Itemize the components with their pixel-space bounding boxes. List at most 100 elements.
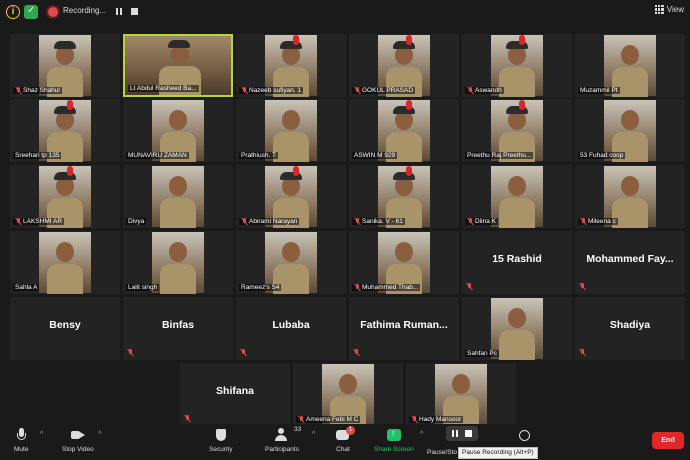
- participant-name: Lt Abdul Rasheed Ba...: [128, 85, 199, 92]
- participant-name-label: Sreehari tp 135: [15, 152, 60, 159]
- participant-name-large: Lubaba: [272, 319, 310, 331]
- chevron-up-icon[interactable]: ^: [40, 431, 43, 438]
- participant-name-label: Muhammed Thab...: [362, 284, 419, 291]
- info-icon[interactable]: i: [6, 5, 20, 19]
- participant-name-large: Bensy: [49, 319, 81, 331]
- participant-name: MUNAVIRU ZAMAN: [126, 152, 189, 159]
- participant-tile[interactable]: MUNAVIRU ZAMAN: [123, 99, 233, 162]
- participant-tile[interactable]: 15 Rashid: [462, 231, 572, 294]
- meeting-toolbar: Mute ^ Stop Video ^ Security 33 Particip…: [0, 424, 690, 460]
- participant-tile[interactable]: Dilna K: [462, 165, 572, 228]
- mute-button[interactable]: Mute ^: [14, 428, 43, 453]
- chat-label: Chat: [336, 446, 350, 453]
- encryption-shield-icon[interactable]: [24, 5, 38, 19]
- muted-mic-icon: [240, 349, 246, 356]
- participants-button[interactable]: 33 Participants ^: [265, 426, 315, 453]
- participant-name-large: 15 Rashid: [492, 253, 542, 265]
- participant-tile[interactable]: Fathima Ruman...: [349, 297, 459, 360]
- participant-video: [39, 232, 91, 294]
- participant-tile[interactable]: Muzammil Pt: [575, 34, 685, 97]
- end-meeting-button[interactable]: End: [652, 432, 684, 449]
- participant-name-large: Mohammed Fay...: [586, 253, 674, 265]
- share-screen-label: Share Screen: [374, 446, 414, 453]
- stop-recording-icon[interactable]: [131, 8, 138, 15]
- pause-recording-icon[interactable]: [113, 6, 125, 18]
- participant-tile[interactable]: Prathiush. T: [236, 99, 346, 162]
- pause-recording-tooltip: Pause Recording (Alt+P): [458, 447, 538, 459]
- participant-name-label: Aswandh: [475, 87, 502, 94]
- participant-name: LAKSHMI AR: [13, 218, 65, 225]
- stop-icon[interactable]: [465, 430, 472, 437]
- participant-tile[interactable]: Shadiya: [575, 297, 685, 360]
- participant-tile[interactable]: Preethu Raj Preethu...: [462, 99, 572, 162]
- muted-mic-icon: [241, 87, 247, 94]
- participant-tile[interactable]: Sahfan Pc: [462, 297, 572, 360]
- pause-icon[interactable]: [451, 430, 459, 437]
- grid-view-icon: [654, 5, 664, 14]
- chat-button[interactable]: 1 Chat: [336, 426, 355, 453]
- stop-video-label: Stop Video: [62, 446, 94, 453]
- participant-name-label: ASWIN M 929: [354, 152, 396, 159]
- participant-tile[interactable]: GOKUL PRASAD: [349, 34, 459, 97]
- muted-mic-icon: [127, 349, 133, 356]
- participant-name-label: Hady Mansoor: [419, 416, 462, 423]
- participant-tile[interactable]: Lubaba: [236, 297, 346, 360]
- participant-name-label: Nazeeb sufiyan. 1: [249, 87, 302, 94]
- stop-video-button[interactable]: Stop Video ^: [62, 428, 101, 453]
- participant-name-label: Divya: [128, 218, 145, 225]
- security-button[interactable]: Security: [209, 428, 232, 453]
- participant-name: Muhammed Thab...: [352, 284, 421, 291]
- pause-stop-recording-group: [446, 426, 478, 441]
- participant-tile[interactable]: Sahla A: [10, 231, 120, 294]
- recording-label: Recording...: [63, 6, 107, 15]
- participant-name: Muzammil Pt: [578, 87, 620, 94]
- participant-tile[interactable]: Lt Abdul Rasheed Ba...: [123, 34, 233, 97]
- participant-tile[interactable]: Abirami Narayan: [236, 165, 346, 228]
- participant-tile[interactable]: Nazeeb sufiyan. 1: [236, 34, 346, 97]
- muted-mic-icon: [466, 283, 472, 290]
- participant-tile[interactable]: Hady Mansoor: [406, 363, 516, 426]
- participant-tile[interactable]: Divya: [123, 165, 233, 228]
- chevron-up-icon[interactable]: ^: [312, 431, 315, 438]
- participant-tile[interactable]: Sanika. V - 61: [349, 165, 459, 228]
- participant-tile[interactable]: Lalit singh: [123, 231, 233, 294]
- muted-mic-icon: [15, 87, 21, 94]
- participant-name-label: Prathiush. T: [241, 152, 276, 159]
- participant-tile[interactable]: Bensy: [10, 297, 120, 360]
- chevron-up-icon[interactable]: ^: [420, 431, 423, 438]
- participant-name: Prathiush. T: [239, 152, 278, 159]
- participant-name: Sahfan Pc: [465, 350, 499, 357]
- participant-tile[interactable]: Binfas: [123, 297, 233, 360]
- participant-tile[interactable]: Muhammed Thab...: [349, 231, 459, 294]
- participant-tile[interactable]: Mohammed Fay...: [575, 231, 685, 294]
- view-label: View: [666, 5, 684, 14]
- participant-name-label: Preethu Raj Preethu...: [467, 152, 532, 159]
- muted-mic-icon: [411, 416, 417, 423]
- participant-name-label: 53 Fuhad coop: [580, 152, 624, 159]
- participants-label: Participants: [265, 446, 299, 453]
- participant-name: Sanika. V - 61: [352, 218, 405, 225]
- participant-tile[interactable]: 53 Fuhad coop: [575, 99, 685, 162]
- security-label: Security: [209, 446, 233, 453]
- participant-tile[interactable]: Shifana: [180, 363, 290, 426]
- reactions-icon[interactable]: [519, 430, 530, 441]
- participant-name: Dilna K: [465, 218, 498, 225]
- participant-name-label: Abirami Narayan: [249, 218, 298, 225]
- participant-name: Lalit singh: [126, 284, 160, 291]
- participant-name-label: Dilna K: [475, 218, 496, 225]
- participant-tile[interactable]: Sreehari tp 135: [10, 99, 120, 162]
- participant-tile[interactable]: Shaz Shahul: [10, 34, 120, 97]
- share-screen-icon: [386, 428, 401, 442]
- participant-tile[interactable]: Mileena c: [575, 165, 685, 228]
- chevron-up-icon[interactable]: ^: [98, 431, 101, 438]
- participant-tile[interactable]: Aswandh: [462, 34, 572, 97]
- participant-tile[interactable]: Ameena Febi M C: [293, 363, 403, 426]
- top-status-bar: i Recording... View: [0, 0, 690, 24]
- participant-tile[interactable]: ASWIN M 929: [349, 99, 459, 162]
- participant-tile[interactable]: LAKSHMI AR: [10, 165, 120, 228]
- participant-name: Shaz Shahul: [13, 87, 62, 94]
- participant-name-label: Sanika. V - 61: [362, 218, 403, 225]
- share-screen-button[interactable]: Share Screen ^: [374, 428, 423, 453]
- view-button[interactable]: View: [654, 5, 684, 14]
- participant-tile[interactable]: Rameez's S4: [236, 231, 346, 294]
